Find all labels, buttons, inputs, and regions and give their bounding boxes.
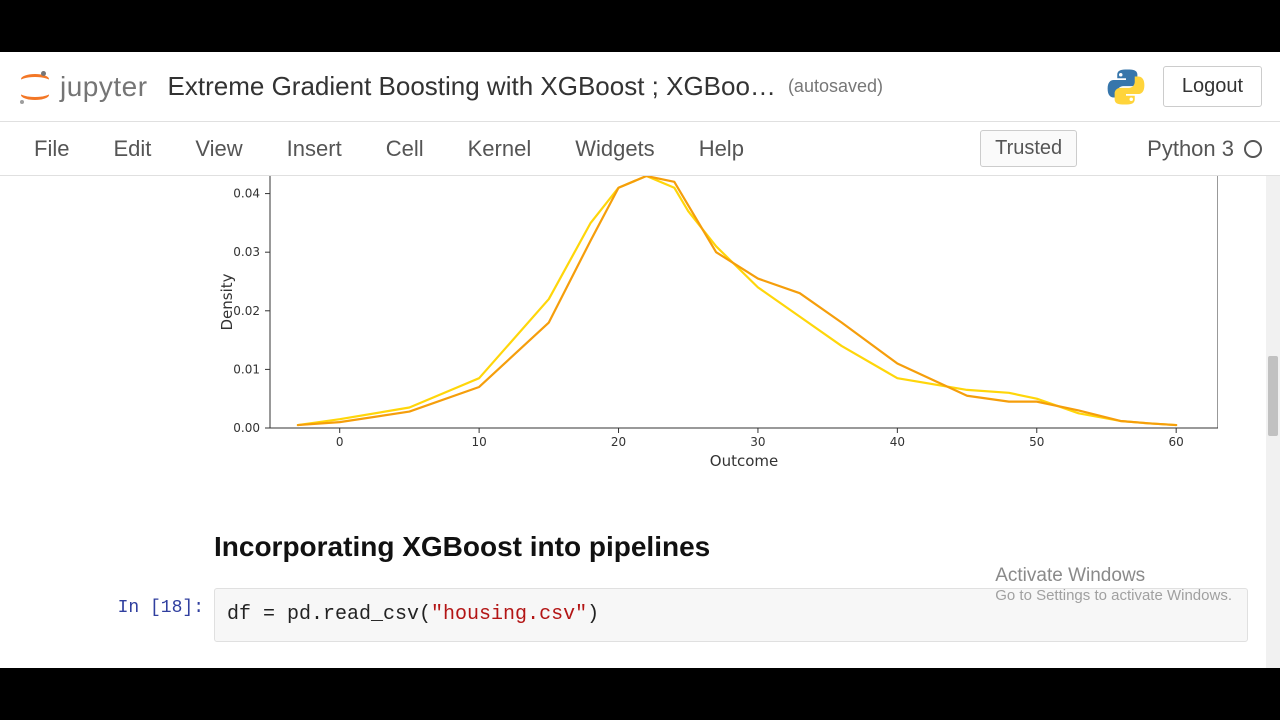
jupyter-icon xyxy=(18,70,52,104)
svg-text:50: 50 xyxy=(1029,435,1044,449)
svg-text:40: 40 xyxy=(890,435,905,449)
jupyter-word: jupyter xyxy=(60,71,148,103)
code-token: df = pd.read_csv( xyxy=(227,603,431,626)
menubar: File Edit View Insert Cell Kernel Widget… xyxy=(0,122,1280,176)
svg-text:0: 0 xyxy=(336,435,344,449)
letterbox-bottom xyxy=(0,668,1280,720)
notebook-title[interactable]: Extreme Gradient Boosting with XGBoost ;… xyxy=(168,71,776,102)
code-string: "housing.csv" xyxy=(431,603,587,626)
jupyter-logo[interactable]: jupyter xyxy=(18,70,148,104)
header: jupyter Extreme Gradient Boosting with X… xyxy=(0,52,1280,122)
menu-edit[interactable]: Edit xyxy=(91,136,173,162)
python-icon xyxy=(1105,66,1147,108)
svg-text:0.04: 0.04 xyxy=(233,187,260,201)
svg-text:0.00: 0.00 xyxy=(233,421,260,435)
section-heading: Incorporating XGBoost into pipelines xyxy=(214,531,710,563)
svg-text:Density: Density xyxy=(218,273,236,330)
plot-output: 0.00 0.01 0.02 0.03 0.04 0 10 20 30 40 50 60 Outcome… xyxy=(214,176,1218,466)
notebook-scroll-area[interactable]: 0.00 0.01 0.02 0.03 0.04 0 10 20 30 40 50 60 Outcome… xyxy=(0,176,1280,668)
svg-text:20: 20 xyxy=(611,435,626,449)
cell-prompt: In [18]: xyxy=(94,588,214,618)
watermark-sub: Go to Settings to activate Windows. xyxy=(995,587,1232,604)
svg-text:10: 10 xyxy=(471,435,486,449)
density-chart: 0.00 0.01 0.02 0.03 0.04 0 10 20 30 40 50 60 Outcome… xyxy=(214,176,1218,466)
menu-kernel[interactable]: Kernel xyxy=(446,136,554,162)
menu-help[interactable]: Help xyxy=(677,136,766,162)
letterbox-top xyxy=(0,0,1280,52)
menu-cell[interactable]: Cell xyxy=(364,136,446,162)
windows-watermark: Activate Windows Go to Settings to activ… xyxy=(995,565,1232,604)
trusted-badge[interactable]: Trusted xyxy=(980,130,1077,167)
logout-button[interactable]: Logout xyxy=(1163,66,1262,107)
autosave-status: (autosaved) xyxy=(788,76,883,97)
vertical-scrollbar[interactable] xyxy=(1266,176,1280,668)
kernel-status-icon[interactable] xyxy=(1244,140,1262,158)
svg-text:60: 60 xyxy=(1169,435,1184,449)
code-token: ) xyxy=(587,603,599,626)
watermark-title: Activate Windows xyxy=(995,565,1232,587)
scrollbar-thumb[interactable] xyxy=(1268,356,1278,436)
svg-text:0.03: 0.03 xyxy=(233,245,260,259)
svg-text:Outcome: Outcome xyxy=(710,452,778,466)
svg-text:0.02: 0.02 xyxy=(233,304,260,318)
kernel-name[interactable]: Python 3 xyxy=(1147,136,1234,162)
svg-text:0.01: 0.01 xyxy=(233,362,260,376)
menu-widgets[interactable]: Widgets xyxy=(553,136,676,162)
menu-file[interactable]: File xyxy=(18,136,91,162)
menu-view[interactable]: View xyxy=(173,136,264,162)
menu-insert[interactable]: Insert xyxy=(265,136,364,162)
svg-text:30: 30 xyxy=(750,435,765,449)
